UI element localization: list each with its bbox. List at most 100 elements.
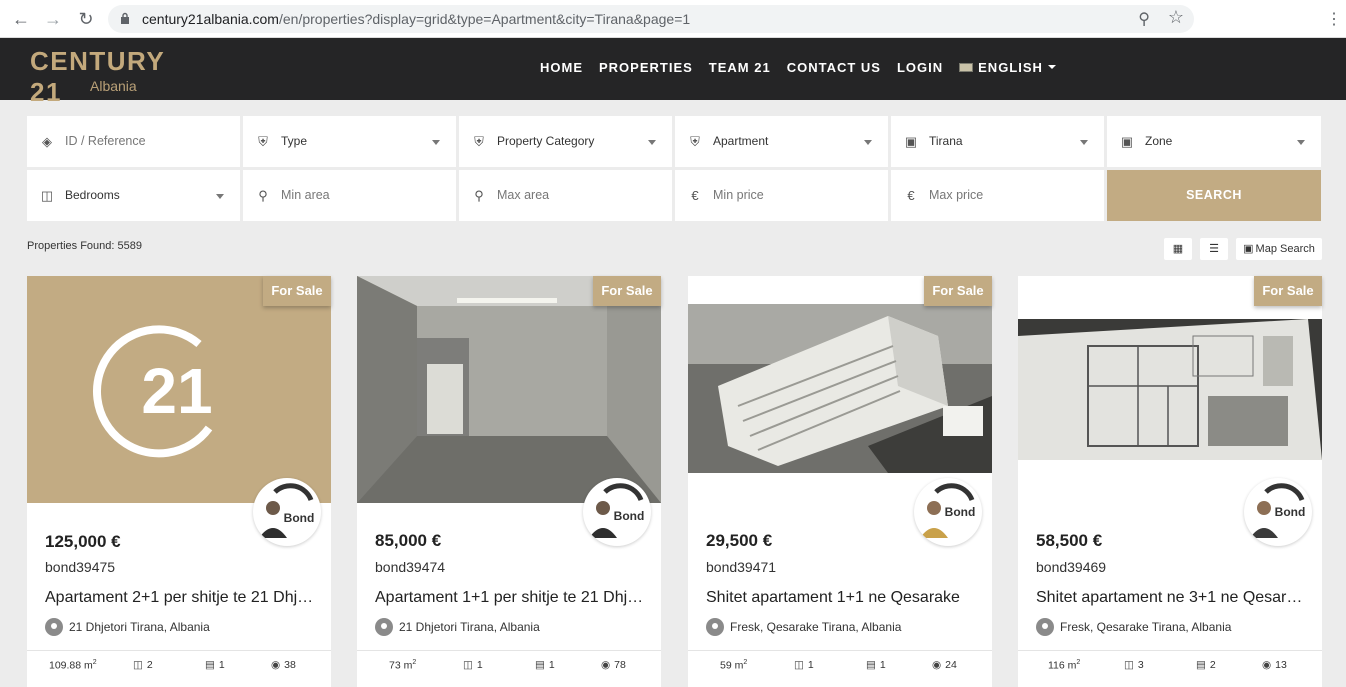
for-sale-badge: For Sale	[924, 276, 992, 306]
caret-down-icon	[1047, 65, 1056, 69]
bath-icon: ▤	[1196, 659, 1206, 671]
zoom-icon[interactable]: ⚲	[1138, 9, 1150, 29]
map-icon: ▣	[1243, 243, 1254, 255]
views-value: 38	[284, 659, 296, 671]
back-arrow-icon[interactable]: ←	[10, 8, 32, 30]
logo[interactable]: CENTURY 21 Albania	[30, 46, 205, 107]
city-select[interactable]: ▣ Tirana	[891, 116, 1104, 167]
price: 58,500 €	[1036, 531, 1103, 550]
city-label: Tirana	[929, 134, 963, 148]
browser-toolbar: ← → ↻ century21albania.com/en/properties…	[0, 0, 1346, 38]
grid-view-button[interactable]: ▦	[1164, 238, 1192, 260]
nav-team-21[interactable]: TEAM 21	[709, 60, 771, 75]
language-selector[interactable]: ENGLISH	[959, 60, 1056, 75]
property-photo[interactable]	[1018, 276, 1322, 503]
agent-photo-icon: Bond	[1250, 483, 1305, 538]
type-select[interactable]: ⛨ Type	[243, 116, 456, 167]
for-sale-badge: For Sale	[1254, 276, 1322, 306]
reference-input[interactable]: ◈ ID / Reference	[27, 116, 240, 167]
list-icon: ☰	[1209, 243, 1219, 255]
lock-icon	[121, 12, 129, 24]
url-text: century21albania.com/en/properties?displ…	[142, 11, 690, 27]
floor-plan-photo	[1018, 319, 1322, 460]
category-select[interactable]: ⛨ Property Category	[459, 116, 672, 167]
agent-avatar[interactable]: Bond	[1244, 478, 1312, 546]
max-price-placeholder: Max price	[929, 188, 984, 202]
address-bar[interactable]: century21albania.com/en/properties?displ…	[108, 5, 1194, 33]
reference-code: bond39471	[706, 559, 777, 575]
property-title[interactable]: Shitet apartament 1+1 ne Qesarake	[706, 589, 978, 607]
property-title[interactable]: Apartament 2+1 per shitje te 21 Dhjetori	[45, 589, 317, 607]
area-value: 109.88 m	[49, 659, 93, 672]
agent-avatar[interactable]: Bond	[253, 478, 321, 546]
logo-region: Albania	[90, 78, 137, 94]
eye-icon: ◉	[1262, 659, 1272, 671]
location-pin-icon	[375, 618, 393, 636]
views-stat: ◉ 78	[601, 659, 626, 671]
search-button[interactable]: SEARCH	[1107, 170, 1321, 221]
address-text: 21 Dhjetori Tirana, Albania	[399, 620, 540, 634]
bedrooms-stat: ◫ 2	[133, 659, 153, 671]
nav-login[interactable]: LOGIN	[897, 60, 943, 75]
bath-icon: ▤	[866, 659, 876, 671]
property-card[interactable]: For Sale Bond 85,000 € bond39474 Apartam…	[357, 276, 661, 687]
reload-icon[interactable]: ↻	[75, 8, 97, 30]
apartment-select[interactable]: ⛨ Apartment	[675, 116, 888, 167]
property-card[interactable]: For Sale Bond 29,500 € bond39471 Shitet …	[688, 276, 992, 687]
chevron-down-icon	[432, 140, 440, 145]
forward-arrow-icon[interactable]: →	[42, 8, 64, 30]
map-search-button[interactable]: ▣ Map Search	[1236, 238, 1322, 260]
agent-photo-icon: Bond	[920, 483, 975, 538]
stats-bar: 109.88 m2 ◫ 2 ▤ 1 ◉ 38	[27, 650, 331, 676]
nav-properties[interactable]: PROPERTIES	[599, 60, 693, 75]
max-price-input[interactable]: € Max price	[891, 170, 1104, 221]
views-stat: ◉ 13	[1262, 659, 1287, 671]
property-photo[interactable]	[688, 276, 992, 503]
agent-avatar[interactable]: Bond	[914, 478, 982, 546]
agent-avatar[interactable]: Bond	[583, 478, 651, 546]
bathrooms-value: 1	[879, 659, 886, 671]
area-unit-sup: 2	[412, 659, 417, 666]
address-text: Fresk, Qesarake Tirana, Albania	[1060, 620, 1232, 634]
bookmark-star-icon[interactable]: ☆	[1168, 7, 1184, 28]
eye-icon: ◉	[932, 659, 942, 671]
views-stat: ◉ 24	[932, 659, 957, 671]
bathrooms-stat: ▤ 1	[866, 659, 886, 671]
chevron-down-icon	[864, 140, 872, 145]
max-area-input[interactable]: ⚲ Max area	[459, 170, 672, 221]
min-price-placeholder: Min price	[713, 188, 764, 202]
property-photo[interactable]: 21	[27, 276, 331, 503]
price: 29,500 €	[706, 531, 773, 550]
property-card[interactable]: 21 For Sale Bond 125,000 € bond39475 Apa…	[27, 276, 331, 687]
nav-contact-us[interactable]: CONTACT US	[787, 60, 881, 75]
address: Fresk, Qesarake Tirana, Albania	[1036, 618, 1231, 636]
browser-menu-icon[interactable]: ⋮	[1326, 9, 1342, 29]
bedrooms-stat: ◫ 1	[463, 659, 483, 671]
bathrooms-value: 2	[1209, 659, 1216, 671]
min-area-input[interactable]: ⚲ Min area	[243, 170, 456, 221]
nav-home[interactable]: HOME	[540, 60, 583, 75]
chevron-down-icon	[216, 194, 224, 199]
location-pin-icon	[45, 618, 63, 636]
logo-brand: CENTURY 21	[30, 46, 165, 107]
property-title[interactable]: Apartament 1+1 per shitje te 21 Dhjetori	[375, 589, 647, 607]
zone-label: Zone	[1145, 134, 1173, 148]
min-price-input[interactable]: € Min price	[675, 170, 888, 221]
eye-icon: ◉	[271, 659, 281, 671]
bedrooms-select[interactable]: ◫ Bedrooms	[27, 170, 240, 221]
bedrooms-value: 1	[807, 659, 814, 671]
address: Fresk, Qesarake Tirana, Albania	[706, 618, 901, 636]
reference-code: bond39475	[45, 559, 116, 575]
url-domain: century21albania.com	[142, 11, 279, 27]
property-card[interactable]: For Sale Bond 58,500 € bond39469 Shitet …	[1018, 276, 1322, 687]
property-title[interactable]: Shitet apartament ne 3+1 ne Qesarake	[1036, 589, 1308, 607]
list-view-button[interactable]: ☰	[1200, 238, 1228, 260]
zone-select[interactable]: ▣ Zone	[1107, 116, 1321, 167]
views-value: 13	[1275, 659, 1287, 671]
area-stat: 116 m2	[1048, 659, 1080, 672]
property-photo[interactable]	[357, 276, 661, 503]
address-text: Fresk, Qesarake Tirana, Albania	[730, 620, 902, 634]
agent-photo-icon: Bond	[589, 483, 644, 538]
for-sale-badge: For Sale	[593, 276, 661, 306]
grid-icon: ▦	[1172, 243, 1184, 255]
